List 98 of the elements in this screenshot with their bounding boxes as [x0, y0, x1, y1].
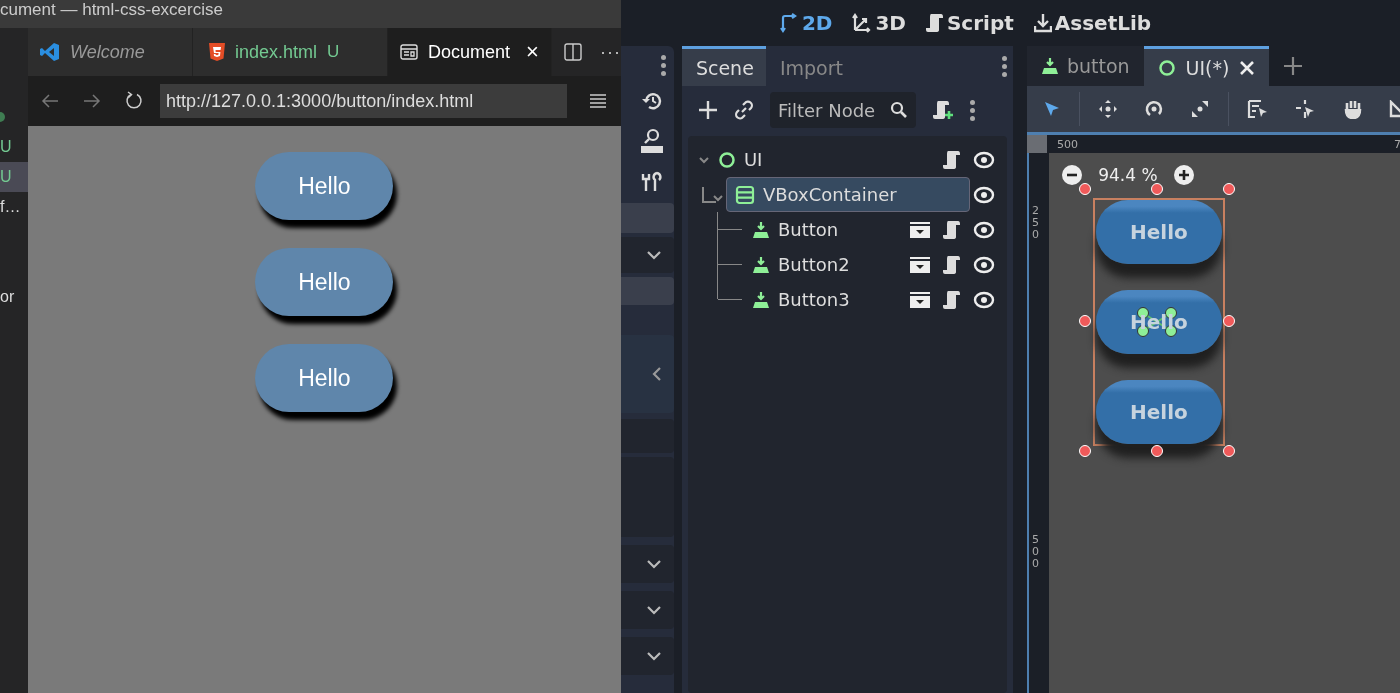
- resize-handle[interactable]: [1150, 183, 1163, 195]
- file-tab[interactable]: UI(*): [1143, 46, 1270, 86]
- resize-handle[interactable]: [1222, 183, 1235, 195]
- window-title: cument — html-css-excercise: [0, 0, 621, 28]
- explorer-item[interactable]: U: [0, 162, 28, 192]
- axes-icon: [852, 13, 873, 33]
- script-icon[interactable]: [942, 254, 961, 275]
- circle-node-icon: [717, 150, 736, 169]
- move-icon[interactable]: [1097, 99, 1118, 119]
- search-icon: [889, 101, 908, 119]
- script-icon[interactable]: [942, 289, 961, 310]
- split-editor-icon[interactable]: [563, 43, 582, 61]
- ruler-label: 500: [1056, 137, 1078, 151]
- dock-tab[interactable]: Import: [765, 46, 857, 86]
- main-screen-tab[interactable]: 2D: [778, 11, 833, 35]
- add-icon[interactable]: [697, 100, 718, 120]
- file-tab[interactable]: button: [1026, 46, 1144, 86]
- scroll-icon: [925, 13, 944, 33]
- clapperboard-icon[interactable]: [908, 290, 931, 309]
- main-screen-tab[interactable]: 3D: [852, 11, 906, 35]
- resize-handle[interactable]: [1150, 445, 1163, 457]
- more-actions-button[interactable]: ···: [599, 41, 621, 63]
- ribbon-logo-icon: [40, 42, 60, 62]
- eye-icon[interactable]: [972, 255, 995, 274]
- list-node-icon: [734, 184, 755, 205]
- axes-icon: [778, 13, 799, 33]
- ruler-corner: [1026, 135, 1047, 153]
- reload-icon[interactable]: [124, 91, 144, 111]
- list-select-icon[interactable]: [1246, 99, 1269, 119]
- history-icon[interactable]: [641, 91, 664, 111]
- chevron-down-icon[interactable]: [645, 559, 662, 569]
- add-script-icon[interactable]: [931, 100, 954, 120]
- doc-search-icon[interactable]: [640, 128, 665, 154]
- dock-tab[interactable]: Scene: [681, 46, 766, 86]
- resize-handle[interactable]: [1222, 315, 1235, 327]
- chevron-down-icon[interactable]: [645, 605, 662, 615]
- tree-item[interactable]: Button: [717, 212, 1007, 247]
- editor-tab[interactable]: index.html U: [193, 28, 388, 76]
- script-icon[interactable]: [942, 149, 961, 170]
- zoom-in-icon[interactable]: [1172, 164, 1195, 186]
- button-node-icon: [751, 255, 770, 274]
- chevron-down-icon[interactable]: [645, 651, 662, 661]
- tree-connector: [701, 186, 716, 203]
- editor-tab[interactable]: Welcome: [28, 28, 193, 76]
- scale-icon[interactable]: [1189, 99, 1210, 119]
- clapperboard-icon[interactable]: [908, 220, 931, 239]
- back-icon[interactable]: [40, 93, 60, 109]
- editor-tab[interactable]: Document ×: [388, 28, 552, 76]
- eye-icon[interactable]: [972, 220, 995, 239]
- ruler-label: 500: [1031, 534, 1040, 571]
- ruler-label: 250: [1031, 205, 1040, 242]
- circle-node-icon: [1157, 58, 1176, 77]
- hello-button[interactable]: Hello: [255, 248, 394, 316]
- zoom-out-icon[interactable]: [1060, 164, 1083, 186]
- rotate-icon[interactable]: [1143, 99, 1164, 119]
- script-icon[interactable]: [942, 219, 961, 240]
- filter-field[interactable]: Filter Node: [769, 92, 916, 128]
- preview-icon: [400, 44, 418, 60]
- resize-handle[interactable]: [1222, 445, 1235, 457]
- main-screen-tab[interactable]: AssetLib: [1033, 11, 1152, 35]
- add-tab-icon[interactable]: [1283, 56, 1304, 76]
- url-field[interactable]: http://127.0.0.1:3000/button/index.html: [160, 84, 567, 118]
- menu-icon[interactable]: [588, 93, 607, 109]
- resize-handle[interactable]: [1078, 183, 1091, 195]
- hello-button[interactable]: Hello: [255, 152, 394, 220]
- shield-icon: [209, 43, 225, 61]
- button-node-icon: [1040, 57, 1059, 75]
- tree-item[interactable]: VBoxContainer: [725, 177, 970, 212]
- explorer-item[interactable]: or: [0, 282, 28, 312]
- forward-icon[interactable]: [82, 93, 102, 109]
- resize-handle[interactable]: [1078, 445, 1091, 457]
- tree-item[interactable]: UI: [695, 142, 1007, 177]
- ruler-label: 7: [1393, 137, 1400, 151]
- link-icon[interactable]: [733, 100, 754, 120]
- chevron-left-icon[interactable]: [651, 366, 662, 382]
- select-cursor-icon[interactable]: [1042, 100, 1061, 118]
- dock-menu-icon[interactable]: [1001, 55, 1007, 77]
- tools-icon[interactable]: [641, 171, 664, 193]
- dock-menu-icon[interactable]: [660, 54, 666, 76]
- zoom-level[interactable]: 94.4 %: [1094, 165, 1161, 185]
- resize-handle[interactable]: [1078, 315, 1091, 327]
- main-screen-tab[interactable]: Script: [925, 11, 1014, 35]
- download-icon: [1033, 13, 1052, 33]
- tree-item[interactable]: Button3: [717, 282, 1007, 317]
- tree-item[interactable]: Button2: [717, 247, 1007, 282]
- clapperboard-icon[interactable]: [908, 255, 931, 274]
- eye-icon[interactable]: [972, 290, 995, 309]
- more-icon[interactable]: [969, 99, 975, 121]
- eye-icon[interactable]: [972, 150, 995, 169]
- button-node-icon: [751, 290, 770, 309]
- hello-button[interactable]: Hello: [255, 344, 394, 412]
- eye-icon[interactable]: [972, 185, 995, 204]
- button-node-icon: [751, 220, 770, 239]
- hand-icon[interactable]: [1342, 99, 1363, 119]
- explorer-item[interactable]: f…: [0, 192, 28, 222]
- explorer-item[interactable]: U: [0, 132, 28, 162]
- close-icon[interactable]: [1239, 59, 1256, 76]
- chevron-down-icon[interactable]: [645, 250, 662, 260]
